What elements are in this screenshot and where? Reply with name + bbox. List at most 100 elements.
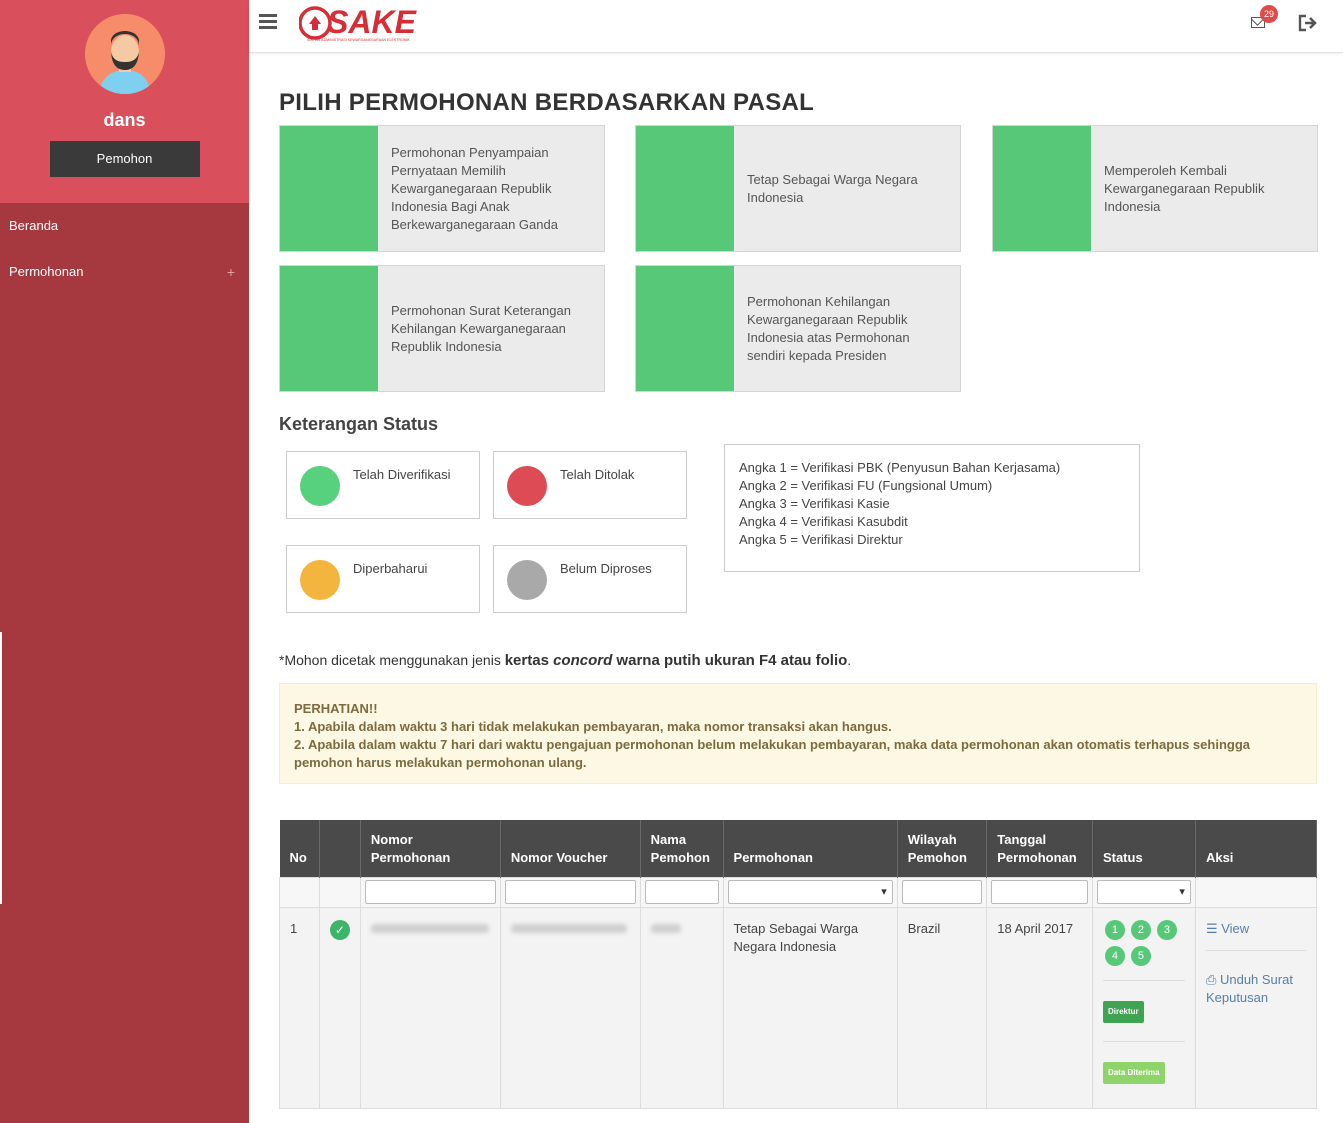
avatar-icon xyxy=(84,14,165,94)
card-permohonan-3[interactable]: Memperoleh Kembali Kewarganegaraan Repub… xyxy=(992,125,1318,252)
notification-badge: 29 xyxy=(1260,5,1278,23)
step-5: 5 xyxy=(1130,945,1151,966)
username: dans xyxy=(103,110,146,130)
logo[interactable]: SAKE SISTEM ADMINISTRASI KEWARGANEGARAAN… xyxy=(298,4,449,42)
step-legend: Angka 1 = Verifikasi PBK (Penyusun Bahan… xyxy=(724,444,1140,572)
warning-line: 1. Apabila dalam waktu 3 hari tidak mela… xyxy=(294,719,892,734)
card-label: Permohonan Kehilangan Kewarganegaraan Re… xyxy=(747,293,910,363)
card-accent xyxy=(636,126,734,251)
col-wilayah[interactable]: Wilayah Pemohon xyxy=(897,820,988,877)
cell-status: 1 2 3 4 5 Direktur Data Diterima xyxy=(1091,906,1196,1109)
redacted-nomor-permohonan xyxy=(370,923,489,933)
menu-icon[interactable] xyxy=(259,14,277,30)
sidebar: dans Pemohon Beranda Permohonan + xyxy=(0,0,249,1123)
card-accent xyxy=(280,126,378,251)
table-row: 1 ✓ Tetap Sebagai Warga Negara Indonesia… xyxy=(279,906,1318,1109)
view-link[interactable]: ☰ View xyxy=(1206,920,1306,938)
status-label: Diperbaharui xyxy=(353,561,428,576)
card-label: Permohonan Penyampaian Pernyataan Memili… xyxy=(391,144,558,232)
filter-nomor-permohonan[interactable] xyxy=(364,880,496,904)
warning-title: PERHATIAN!! xyxy=(294,701,378,716)
card-permohonan-4[interactable]: Permohonan Surat Keterangan Kehilangan K… xyxy=(279,265,605,392)
avatar xyxy=(84,14,165,94)
card-accent xyxy=(280,266,378,391)
card-label: Permohonan Surat Keterangan Kehilangan K… xyxy=(391,302,571,354)
status-updated: Diperbaharui xyxy=(286,545,480,613)
redacted-nama xyxy=(650,923,681,933)
status-label: Belum Diproses xyxy=(560,561,652,576)
sidebar-item-label: Permohonan xyxy=(9,264,84,279)
print-note: *Mohon dicetak menggunakan jenis kertas … xyxy=(279,652,852,669)
col-icon xyxy=(319,820,361,877)
role-button[interactable]: Pemohon xyxy=(49,141,200,177)
col-no[interactable]: No xyxy=(279,820,320,877)
status-badge: Data Diterima xyxy=(1102,1061,1165,1084)
step-1: 1 xyxy=(1104,919,1125,940)
logout-icon[interactable] xyxy=(1298,14,1318,32)
card-permohonan-1[interactable]: Permohonan Penyampaian Pernyataan Memili… xyxy=(279,125,605,252)
sidebar-item-label: Beranda xyxy=(9,218,59,233)
legend-line: Angka 4 = Verifikasi Kasubdit xyxy=(739,514,908,529)
legend-line: Angka 3 = Verifikasi Kasie xyxy=(739,496,890,511)
list-icon: ☰ xyxy=(1205,920,1222,936)
cell-tanggal: 18 April 2017 xyxy=(986,906,1093,1109)
col-nomor-voucher[interactable]: Nomor Voucher xyxy=(500,820,641,877)
status-badge: Direktur xyxy=(1102,1000,1144,1023)
table-header: No Nomor Permohonan Nomor Voucher Nama P… xyxy=(279,820,1318,877)
logo-subtitle: SISTEM ADMINISTRASI KEWARGANEGARAAN ELEK… xyxy=(307,38,411,42)
status-label: Telah Diverifikasi xyxy=(353,467,451,482)
check-icon: ✓ xyxy=(329,919,350,940)
legend-line: Angka 5 = Verifikasi Direktur xyxy=(739,532,903,547)
col-tanggal[interactable]: Tanggal Permohonan xyxy=(986,820,1093,877)
col-nama-pemohon[interactable]: Nama Pemohon xyxy=(640,820,724,877)
print-icon: ⎙ xyxy=(1205,971,1220,987)
card-permohonan-5[interactable]: Permohonan Kehilangan Kewarganegaraan Re… xyxy=(635,265,961,392)
step-4: 4 xyxy=(1104,945,1125,966)
warning-line: 2. Apabila dalam waktu 7 hari dari waktu… xyxy=(294,737,1250,770)
sidebar-item-beranda[interactable]: Beranda xyxy=(0,203,249,249)
filter-tanggal[interactable] xyxy=(991,880,1088,904)
filter-row xyxy=(279,876,1318,908)
green-dot-icon xyxy=(300,466,340,506)
filter-permohonan-select[interactable] xyxy=(727,880,893,904)
card-permohonan-2[interactable]: Tetap Sebagai Warga Negara Indonesia xyxy=(635,125,961,252)
filter-wilayah[interactable] xyxy=(901,880,983,904)
redacted-nomor-voucher xyxy=(510,923,627,933)
filter-nomor-voucher[interactable] xyxy=(504,880,636,904)
status-label: Telah Ditolak xyxy=(560,467,635,482)
col-aksi: Aksi xyxy=(1195,820,1318,877)
status-pending: Belum Diproses xyxy=(493,545,687,613)
page-title: PILIH PERMOHONAN BERDASARKAN PASAL xyxy=(279,89,815,116)
topbar: SAKE SISTEM ADMINISTRASI KEWARGANEGARAAN… xyxy=(249,0,1343,53)
logo-text: SAKE xyxy=(327,6,418,40)
divider xyxy=(0,632,2,904)
orange-dot-icon xyxy=(300,560,340,600)
expand-icon[interactable]: + xyxy=(227,249,235,295)
filter-status-select[interactable] xyxy=(1096,880,1191,904)
card-label: Memperoleh Kembali Kewarganegaraan Repub… xyxy=(1104,162,1265,214)
col-nomor-permohonan[interactable]: Nomor Permohonan xyxy=(360,820,501,877)
step-2: 2 xyxy=(1130,919,1151,940)
step-3: 3 xyxy=(1156,919,1177,940)
filter-nama-pemohon[interactable] xyxy=(644,880,719,904)
cell-aksi: ☰ View ⎙ Unduh Surat Keputusan xyxy=(1194,906,1318,1109)
cell-no: 1 xyxy=(279,906,320,1109)
card-label: Tetap Sebagai Warga Negara Indonesia xyxy=(747,171,918,205)
col-status[interactable]: Status xyxy=(1092,820,1196,877)
sidebar-item-permohonan[interactable]: Permohonan + xyxy=(0,249,249,295)
status-verified: Telah Diverifikasi xyxy=(286,451,480,519)
card-accent xyxy=(993,126,1091,251)
card-accent xyxy=(636,266,734,391)
warning-box: PERHATIAN!! 1. Apabila dalam waktu 3 har… xyxy=(279,683,1317,784)
legend-line: Angka 2 = Verifikasi FU (Fungsional Umum… xyxy=(739,478,993,493)
profile-panel: dans Pemohon xyxy=(0,0,249,203)
status-title: Keterangan Status xyxy=(279,414,439,434)
red-dot-icon xyxy=(507,466,547,506)
applications-table: No Nomor Permohonan Nomor Voucher Nama P… xyxy=(279,820,1318,1109)
gray-dot-icon xyxy=(507,560,547,600)
col-permohonan[interactable]: Permohonan xyxy=(723,820,898,877)
cell-permohonan: Tetap Sebagai Warga Negara Indonesia xyxy=(722,906,898,1109)
cell-wilayah: Brazil xyxy=(896,906,988,1109)
download-link[interactable]: ⎙ Unduh Surat Keputusan xyxy=(1206,971,1306,1007)
step-indicators: 1 2 3 4 5 xyxy=(1104,919,1185,966)
